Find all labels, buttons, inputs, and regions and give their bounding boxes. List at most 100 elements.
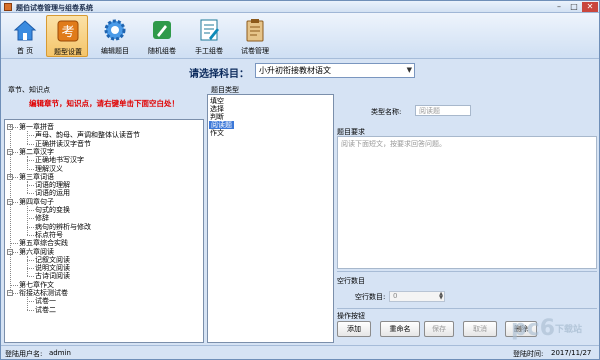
tree-knowledge-node[interactable]: 修辞 (35, 214, 49, 222)
tree-connector (27, 234, 34, 236)
tree-chapter-node[interactable]: 第六章阅读 (19, 248, 54, 256)
pencil-icon (153, 21, 171, 39)
subject-bar: 请选择科目： 小升初衔接教材语文 ▼ (1, 59, 599, 83)
blank-lines-group-label: 空行数目 (337, 277, 365, 285)
tree-chapter-node[interactable]: 第一章拼音 (19, 123, 54, 131)
detail-panel: 类型名称: 阅读题 题目要求 阅读下面短文，按要求回答问题。 空行数目 空行数目… (337, 85, 597, 343)
blank-lines-stepper[interactable]: 0 ▲ ▼ (389, 291, 445, 302)
question-type-item[interactable]: 判断 (210, 113, 224, 121)
chapter-hint: 编辑章节，知识点，请右键单击下面空白处！ (29, 99, 179, 108)
blank-lines-label: 空行数目: (355, 293, 386, 301)
tree-connector (27, 185, 34, 187)
toolbar-random-paper-label: 随机组卷 (148, 47, 176, 55)
stepper-arrows-icon[interactable]: ▲ ▼ (439, 292, 443, 301)
add-button[interactable]: 添加 (337, 321, 371, 337)
tree-knowledge-node[interactable]: 说明文阅读 (35, 264, 70, 272)
tree-knowledge-node[interactable]: 试卷一 (35, 297, 56, 305)
save-button[interactable]: 保存 (424, 321, 454, 337)
operations-group-label: 操作按钮 (337, 312, 365, 320)
chapter-tree[interactable]: 第一章拼音 − 声母、韵母、声调和整体认读音节 正确拼读汉字音节 第二章汉字 − 正确地书写… (4, 119, 204, 343)
tree-connector (27, 226, 34, 228)
tree-chapter-node[interactable]: 第七章作文 (19, 281, 54, 289)
tree-connector (27, 193, 34, 195)
subject-label: 请选择科目： (189, 69, 249, 80)
tree-knowledge-node[interactable]: 病句的辨析与修改 (35, 223, 91, 231)
gear-icon (104, 19, 126, 41)
tree-collapse-icon[interactable]: − (7, 290, 13, 296)
tree-connector (10, 124, 11, 290)
toolbar-question-type-button[interactable]: 考 题型设置 (46, 15, 88, 57)
requirement-textarea[interactable]: 阅读下面短文，按要求回答问题。 (337, 136, 597, 269)
app-icon (4, 3, 12, 11)
tree-connector (10, 284, 18, 286)
type-name-value: 阅读题 (419, 107, 440, 115)
tree-knowledge-node[interactable]: 词语的运用 (35, 189, 70, 197)
requirement-value: 阅读下面短文，按要求回答问题。 (341, 140, 446, 148)
tree-knowledge-node[interactable]: 记叙文阅读 (35, 256, 70, 264)
tree-chapter-node[interactable]: 第二章汉字 (19, 148, 54, 156)
question-type-item[interactable]: 填空 (210, 97, 224, 105)
question-type-item[interactable]: 选择 (210, 105, 224, 113)
home-icon (13, 20, 37, 41)
chapter-panel: 章节、知识点 编辑章节，知识点，请右键单击下面空白处！ 第一章拼音 − 声母、韵母、… (4, 85, 204, 343)
tree-chapter-node[interactable]: 第四章句子 (19, 198, 54, 206)
svg-text:考: 考 (61, 25, 74, 40)
tree-chapter-node[interactable]: 第三章词语 (19, 173, 54, 181)
tree-knowledge-node[interactable]: 古诗词阅读 (35, 272, 70, 280)
window-title: 题伯试卷管理与组卷系统 (16, 4, 93, 12)
tree-knowledge-node[interactable]: 声母、韵母、声调和整体认读音节 (35, 131, 140, 139)
toolbar-paper-manage-label: 试卷管理 (241, 47, 269, 55)
tree-connector (27, 155, 28, 169)
app-window: 题伯试卷管理与组卷系统 – □ ✕ 首 页 考 题型设置 编辑题目 随机组卷 手… (0, 0, 600, 360)
question-type-panel: 题目类型 填空 选择 判断 阅读题 作文 (207, 85, 334, 343)
toolbar-manual-paper-label: 手工组卷 (195, 47, 223, 55)
toolbar-paper-manage-button[interactable]: 试卷管理 (234, 15, 276, 57)
chapter-group-label: 章节、知识点 (8, 86, 50, 94)
toolbar-random-paper-button[interactable]: 随机组卷 (141, 15, 183, 57)
tree-connector (27, 218, 34, 220)
cancel-button[interactable]: 取消 (463, 321, 497, 337)
tree-knowledge-node[interactable]: 试卷二 (35, 306, 56, 314)
tree-knowledge-node[interactable]: 句式的变换 (35, 206, 70, 214)
edit-doc-icon (200, 19, 219, 41)
status-bar: 登陆用户名: admin 登陆时间: 2017/11/27 (1, 345, 599, 359)
toolbar-edit-questions-button[interactable]: 编辑题目 (94, 15, 136, 57)
tree-knowledge-node[interactable]: 正确地书写汉字 (35, 156, 84, 164)
subject-select-value: 小升初衔接教材语文 (259, 66, 331, 75)
tree-connector (10, 243, 18, 245)
tree-chapter-node[interactable]: 第五章综合实践 (19, 239, 68, 247)
tree-knowledge-node[interactable]: 标点符号 (35, 231, 63, 239)
tree-knowledge-node[interactable]: 正确拼读汉字音节 (35, 140, 91, 148)
toolbar-home-button[interactable]: 首 页 (4, 15, 46, 57)
tree-connector (27, 143, 34, 145)
exam-icon: 考 (57, 20, 79, 42)
type-name-label: 类型名称: (371, 108, 402, 116)
divider (337, 308, 597, 309)
maximize-button[interactable]: □ (567, 2, 581, 12)
close-button[interactable]: ✕ (582, 2, 598, 12)
minimize-button[interactable]: – (552, 2, 566, 12)
watermark-text: 下载站 (555, 325, 583, 335)
login-time-value: 2017/11/27 (551, 349, 592, 357)
login-time-label: 登陆时间: (513, 350, 544, 358)
tree-connector (27, 276, 34, 278)
subject-select[interactable]: 小升初衔接教材语文 ▼ (255, 63, 415, 78)
toolbar-edit-questions-label: 编辑题目 (101, 47, 129, 55)
main-toolbar: 首 页 考 题型设置 编辑题目 随机组卷 手工组卷 试卷管理 (1, 13, 599, 59)
rename-button[interactable]: 重命名 (380, 321, 420, 337)
toolbar-manual-paper-button[interactable]: 手工组卷 (188, 15, 230, 57)
tree-chapter-node[interactable]: 衔接达标测试卷 (19, 289, 68, 297)
title-bar: 题伯试卷管理与组卷系统 – □ ✕ (1, 1, 599, 13)
tree-connector (27, 135, 34, 137)
tree-connector (27, 160, 34, 162)
tree-connector (27, 131, 28, 144)
question-type-item[interactable]: 作文 (210, 129, 224, 137)
type-name-input[interactable]: 阅读题 (415, 105, 471, 116)
tree-connector (27, 180, 28, 194)
tree-knowledge-node[interactable]: 词语的理解 (35, 181, 70, 189)
watermark: pc6 下载站 (511, 316, 596, 342)
login-user-label: 登陆用户名: (5, 350, 43, 358)
question-type-list[interactable]: 填空 选择 判断 阅读题 作文 (207, 94, 334, 343)
tree-knowledge-node[interactable]: 理解汉义 (35, 165, 63, 173)
question-type-item[interactable]: 阅读题 (209, 121, 234, 129)
